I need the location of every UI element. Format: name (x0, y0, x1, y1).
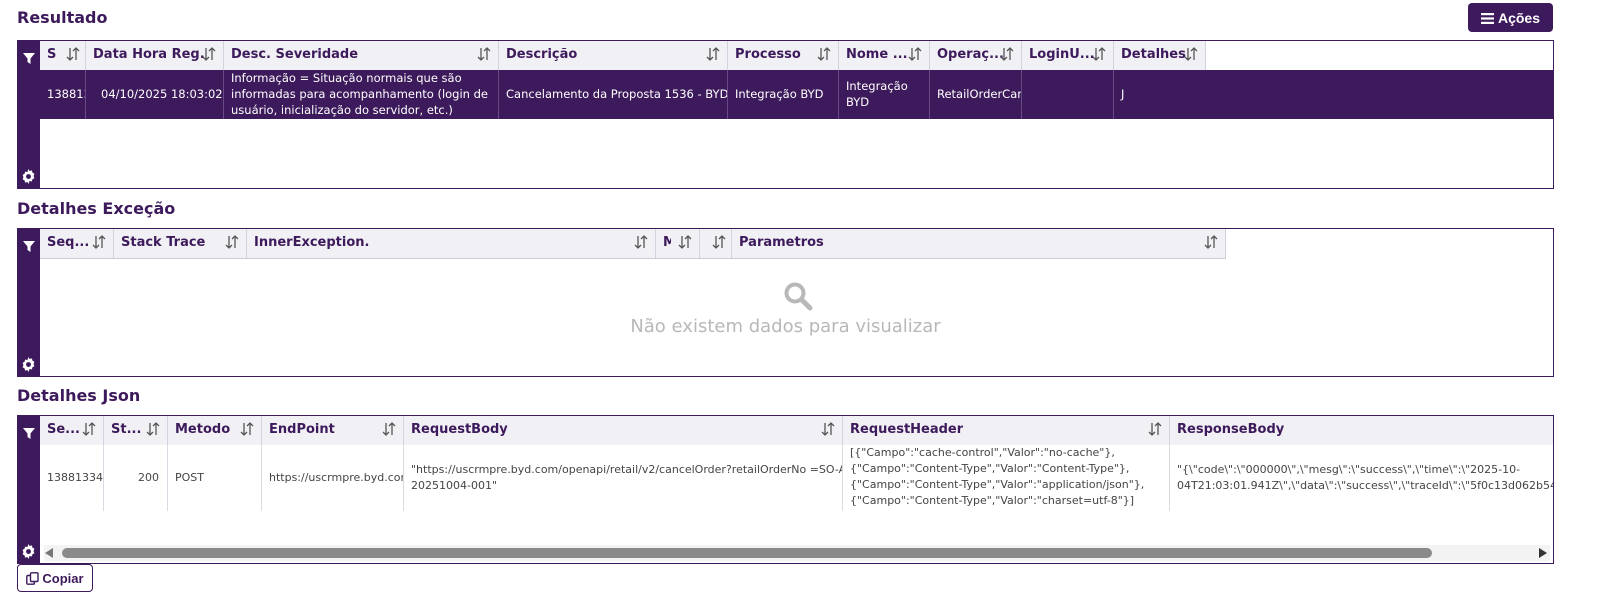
menu-icon (1480, 12, 1494, 24)
scroll-right-icon[interactable] (1539, 548, 1548, 558)
sort-icon[interactable] (146, 421, 160, 437)
scroll-left-icon[interactable] (45, 548, 54, 558)
sort-icon[interactable] (92, 234, 106, 250)
filter-icon[interactable] (23, 428, 35, 440)
sort-icon[interactable] (66, 46, 80, 62)
cell-endpoint: https://uscrmpre.byd.com/c (262, 445, 404, 511)
resultado-grid: S Data Hora Reg. Desc. Severidade Descri… (17, 40, 1554, 189)
sort-icon[interactable] (634, 234, 648, 250)
col-unnamed[interactable] (700, 229, 732, 258)
filter-icon[interactable] (23, 241, 35, 253)
table-row[interactable]: 138813 04/10/2025 18:03:02 Informação = … (40, 70, 1553, 119)
col-seq[interactable]: Se... (40, 416, 104, 445)
sort-icon[interactable] (1204, 234, 1218, 250)
json-title: Detalhes Json (17, 386, 141, 405)
col-stack-trace[interactable]: Stack Trace (114, 229, 247, 258)
col-m[interactable]: M (656, 229, 700, 258)
resultado-header: S Data Hora Reg. Desc. Severidade Descri… (40, 41, 1206, 71)
sort-icon[interactable] (706, 46, 720, 62)
excecao-header: Seq... Stack Trace InnerException. M Par… (40, 229, 1226, 259)
search-icon (784, 282, 813, 311)
cell-seq: 138813 (40, 70, 86, 119)
col-parametros[interactable]: Parametros (732, 229, 1226, 258)
cell-operacao: RetailOrderCanc (930, 70, 1022, 119)
cell-processo: Integração BYD (728, 70, 839, 119)
excecao-title: Detalhes Exceção (17, 199, 176, 218)
cell-detalhes: J (1121, 87, 1125, 101)
col-metodo[interactable]: Metodo (168, 416, 262, 445)
sort-icon[interactable] (240, 421, 254, 437)
cell-nome: Integração BYD (839, 70, 930, 119)
col-request-header[interactable]: RequestHeader (843, 416, 1170, 445)
sort-icon[interactable] (678, 234, 692, 250)
col-operacao[interactable]: Operaç... (930, 41, 1022, 70)
grid-toolbar (18, 41, 40, 188)
sort-icon[interactable] (817, 46, 831, 62)
col-data-hora[interactable]: Data Hora Reg. (86, 41, 224, 70)
col-inner-exception[interactable]: InnerException. (247, 229, 656, 258)
copy-icon (26, 571, 40, 585)
actions-button-label: Ações (1497, 9, 1541, 26)
cell-request-body: "https://uscrmpre.byd.com/openapi/retail… (404, 445, 843, 511)
sort-icon[interactable] (1000, 46, 1014, 62)
sort-icon[interactable] (821, 421, 835, 437)
grid-toolbar (18, 416, 40, 563)
cell-request-header: [{"Campo":"cache-control","Valor":"no-ca… (843, 445, 1170, 511)
col-nome[interactable]: Nome ... (839, 41, 930, 70)
empty-state-text: Não existem dados para visualizar (630, 316, 941, 337)
col-detalhes[interactable]: Detalhes (1114, 41, 1206, 70)
json-grid: Se... St... Metodo EndPoint RequestBody … (17, 415, 1554, 564)
sort-icon[interactable] (908, 46, 922, 62)
cell-data-hora: 04/10/2025 18:03:02 (86, 70, 224, 119)
settings-icon[interactable] (21, 169, 36, 184)
sort-icon[interactable] (225, 234, 239, 250)
sort-icon[interactable] (1092, 46, 1106, 62)
resultado-title: Resultado (17, 8, 108, 27)
sort-icon[interactable] (202, 46, 216, 62)
sort-icon[interactable] (477, 46, 491, 62)
sort-icon[interactable] (82, 421, 96, 437)
sort-icon[interactable] (1184, 46, 1198, 62)
cell-response-body: "{\"code\":\"000000\",\"mesg\":\"success… (1177, 463, 1553, 492)
table-row[interactable]: 13881334 200 POST https://uscrmpre.byd.c… (40, 445, 1553, 511)
col-processo[interactable]: Processo (728, 41, 839, 70)
actions-button[interactable]: Ações (1468, 3, 1553, 32)
excecao-grid: Seq... Stack Trace InnerException. M Par… (17, 228, 1554, 377)
col-seq[interactable]: S (40, 41, 86, 70)
col-seq[interactable]: Seq... (40, 229, 114, 258)
col-response-body[interactable]: ResponseBody (1170, 416, 1553, 445)
filter-icon[interactable] (23, 53, 35, 65)
json-header: Se... St... Metodo EndPoint RequestBody … (40, 416, 1553, 446)
copy-button[interactable]: Copiar (17, 564, 93, 592)
copy-button-label: Copiar (42, 570, 84, 586)
grid-toolbar (18, 229, 40, 376)
cell-descricao: Cancelamento da Proposta 1536 - BYD (499, 70, 728, 119)
col-request-body[interactable]: RequestBody (404, 416, 843, 445)
col-descricao[interactable]: Descrição (499, 41, 728, 70)
sort-icon[interactable] (382, 421, 396, 437)
cell-seq: 13881334 (40, 445, 104, 511)
col-severidade[interactable]: Desc. Severidade (224, 41, 499, 70)
cell-status: 200 (104, 445, 168, 511)
sort-icon[interactable] (712, 234, 726, 250)
cell-metodo: POST (168, 445, 262, 511)
settings-icon[interactable] (21, 357, 36, 372)
cell-login (1022, 70, 1114, 119)
col-login[interactable]: LoginU... (1022, 41, 1114, 70)
scrollbar-thumb[interactable] (62, 548, 1432, 558)
cell-severidade: Informação = Situação normais que são in… (224, 70, 499, 119)
col-endpoint[interactable]: EndPoint (262, 416, 404, 445)
col-status[interactable]: St... (104, 416, 168, 445)
settings-icon[interactable] (21, 544, 36, 559)
sort-icon[interactable] (1148, 421, 1162, 437)
